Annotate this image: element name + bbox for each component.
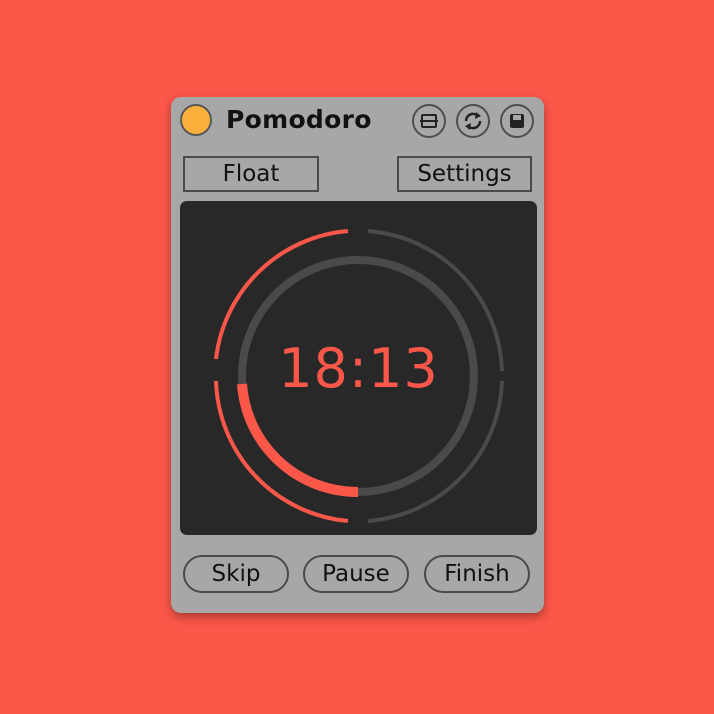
- device-title: Pomodoro: [226, 105, 372, 134]
- timer-display: 18:13: [180, 201, 537, 535]
- save-icon[interactable]: [500, 104, 534, 138]
- finish-button[interactable]: Finish: [424, 555, 530, 593]
- power-toggle[interactable]: [180, 104, 212, 136]
- settings-button[interactable]: Settings: [397, 156, 532, 192]
- inner-progress-arc: [237, 383, 359, 498]
- outer-ring-bottom-right: [367, 380, 504, 523]
- skip-button[interactable]: Skip: [183, 555, 289, 593]
- float-window-icon[interactable]: [412, 104, 446, 138]
- outer-ring-bottom-left: [214, 380, 349, 523]
- pomodoro-device: Pomodoro Float Settings 18:13 Skip Pause…: [171, 97, 544, 613]
- float-button[interactable]: Float: [183, 156, 319, 192]
- pause-button[interactable]: Pause: [303, 555, 409, 593]
- time-remaining: 18:13: [278, 337, 439, 400]
- sync-icon[interactable]: [456, 104, 490, 138]
